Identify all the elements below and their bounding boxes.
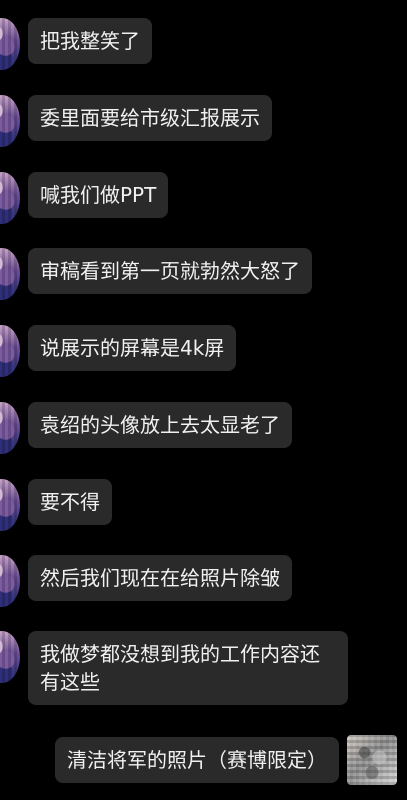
message-bubble[interactable]: 要不得 — [28, 479, 112, 525]
sender-avatar[interactable] — [0, 479, 20, 531]
message-bubble[interactable]: 喊我们做PPT — [28, 172, 169, 218]
chat-thread: 把我整笑了 委里面要给市级汇报展示 喊我们做PPT 审稿看到第一页就勃然大怒了 … — [0, 0, 407, 800]
sender-avatar[interactable] — [0, 402, 20, 454]
sender-avatar[interactable] — [0, 631, 20, 683]
message-bubble[interactable]: 委里面要给市级汇报展示 — [28, 95, 272, 141]
sender-avatar[interactable] — [0, 325, 20, 377]
sender-avatar[interactable] — [0, 248, 20, 300]
self-avatar[interactable] — [347, 735, 397, 785]
message-bubble[interactable]: 审稿看到第一页就勃然大怒了 — [28, 248, 312, 294]
message-bubble[interactable]: 然后我们现在在给照片除皱 — [28, 555, 292, 601]
message-bubble[interactable]: 清洁将军的照片（赛博限定） — [55, 737, 339, 783]
message-bubble[interactable]: 我做梦都没想到我的工作内容还有这些 — [28, 631, 348, 705]
sender-avatar[interactable] — [0, 18, 20, 70]
sender-avatar[interactable] — [0, 95, 20, 147]
sender-avatar[interactable] — [0, 172, 20, 224]
message-bubble[interactable]: 说展示的屏幕是4k屏 — [28, 325, 237, 371]
sender-avatar[interactable] — [0, 555, 20, 607]
message-bubble[interactable]: 袁绍的头像放上去太显老了 — [28, 402, 292, 448]
message-bubble[interactable]: 把我整笑了 — [28, 18, 152, 64]
